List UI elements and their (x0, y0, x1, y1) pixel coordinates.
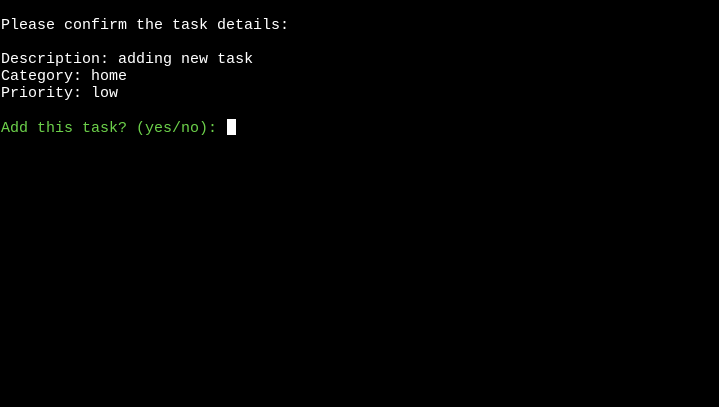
detail-category: Category: home (1, 68, 128, 85)
detail-priority: Priority: low (1, 85, 119, 102)
detail-value: home (91, 68, 128, 85)
terminal-output: Please confirm the task details: Descrip… (1, 17, 717, 137)
detail-value: low (91, 85, 119, 102)
detail-label: Priority (1, 85, 74, 102)
confirm-header: Please confirm the task details: (1, 17, 290, 34)
detail-label: Description (1, 51, 101, 68)
text-cursor (227, 119, 237, 135)
detail-value: adding new task (118, 51, 254, 68)
detail-description: Description: adding new task (1, 51, 254, 68)
input-line[interactable]: Add this task? (yes/no): (1, 119, 717, 137)
detail-label: Category (1, 68, 74, 85)
add-task-prompt: Add this task? (yes/no): (1, 120, 227, 137)
